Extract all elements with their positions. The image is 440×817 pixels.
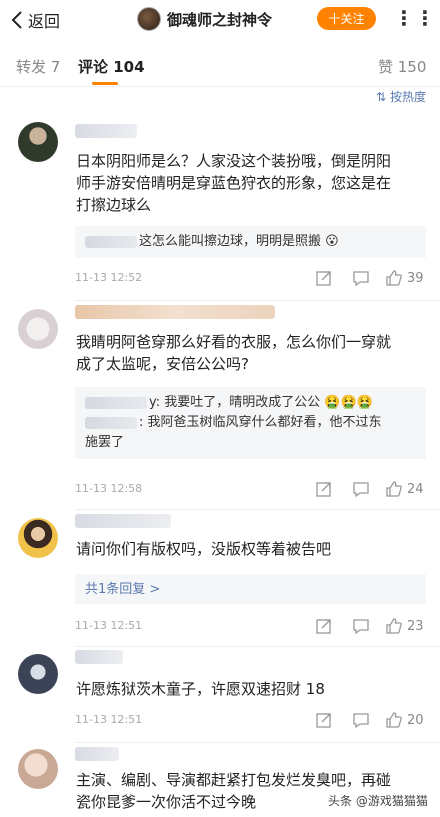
account-avatar[interactable]: [137, 7, 161, 31]
account-header[interactable]: 御魂师之封神令: [137, 4, 272, 34]
share-button[interactable]: [315, 616, 333, 636]
like-icon: [386, 481, 402, 497]
comment-icon: [353, 271, 369, 287]
comment-meta: 11-13 12:51 20: [75, 710, 426, 730]
tab-likes[interactable]: 赞 150: [378, 56, 426, 77]
reply-button[interactable]: [352, 710, 370, 730]
reply-box[interactable]: y: 我要吐了，晴明改成了公公 🤮🤮🤮 : 我阿爸玉树临风穿什么都好看，他不过东…: [75, 387, 426, 459]
back-button[interactable]: 返回: [10, 8, 60, 32]
timestamp: 11-13 12:51: [75, 713, 143, 726]
comment-meta: 11-13 12:52 39: [75, 268, 426, 288]
share-icon: [316, 482, 331, 497]
reply-username[interactable]: [85, 397, 147, 409]
user-avatar[interactable]: [18, 518, 58, 558]
reply-text: 这怎么能叫擦边球，明明是照搬 😮: [139, 234, 339, 249]
tab-bar: 转发 7 评论 104 赞 150: [0, 52, 440, 85]
like-button[interactable]: 23: [385, 616, 424, 636]
comment-text: 日本阴阳师是么？人家没这个装扮哦，倒是阴阳 师手游安倍晴明是穿蓝色狩衣的形象，您…: [76, 152, 392, 214]
back-chevron-icon: [11, 11, 22, 29]
back-label: 返回: [28, 12, 61, 31]
like-icon: [386, 618, 402, 634]
comment-meta: 11-13 12:58 24: [75, 479, 426, 499]
comment-text: 请问你们有版权吗，没版权等着被告吧: [76, 540, 332, 558]
like-button[interactable]: 20: [385, 710, 424, 730]
like-icon: [386, 712, 402, 728]
like-count: 23: [407, 618, 424, 634]
page-title: 御魂师之封神令: [167, 10, 273, 29]
top-bar: 返回 御魂师之封神令 十关注 ⋮⋮: [0, 0, 440, 44]
like-icon: [386, 270, 402, 286]
tab-comments[interactable]: 评论 104: [78, 56, 145, 77]
tab-repost[interactable]: 转发 7: [16, 56, 60, 77]
user-avatar[interactable]: [18, 309, 58, 349]
comment-icon: [353, 619, 369, 635]
username[interactable]: [75, 514, 171, 528]
username[interactable]: [75, 650, 123, 664]
divider: [75, 509, 440, 510]
divider: [75, 300, 440, 301]
reply-text: : 我阿爸玉树临风穿什么都好看，他不过东: [139, 415, 382, 430]
reply-button[interactable]: [352, 616, 370, 636]
comment-icon: [353, 482, 369, 498]
divider: [0, 86, 440, 87]
comment-meta: 11-13 12:51 23: [75, 616, 426, 636]
watermark: 头条 @游戏猫猫猫: [328, 794, 428, 808]
like-count: 24: [407, 481, 424, 497]
sort-by-hot-button[interactable]: ⇅ 按热度: [376, 88, 426, 105]
share-icon: [316, 271, 331, 286]
divider: [75, 646, 440, 647]
follow-button[interactable]: 十关注: [317, 7, 376, 30]
reply-text: y: 我要吐了，晴明改成了公公 🤮🤮🤮: [149, 395, 373, 410]
share-button[interactable]: [315, 479, 333, 499]
user-avatar[interactable]: [18, 122, 58, 162]
user-avatar[interactable]: [18, 654, 58, 694]
timestamp: 11-13 12:51: [75, 619, 143, 632]
share-icon: [316, 619, 331, 634]
timestamp: 11-13 12:58: [75, 482, 143, 495]
reply-username[interactable]: [85, 236, 137, 248]
view-replies-link[interactable]: 共1条回复 >: [85, 582, 160, 597]
reply-button[interactable]: [352, 479, 370, 499]
reply-username[interactable]: [85, 417, 137, 429]
like-count: 39: [407, 270, 424, 286]
username[interactable]: [75, 124, 137, 138]
username[interactable]: [75, 747, 119, 761]
user-avatar[interactable]: [18, 749, 58, 789]
like-button[interactable]: 39: [385, 268, 424, 288]
comment-icon: [353, 713, 369, 729]
share-icon: [316, 713, 331, 728]
username[interactable]: [75, 305, 275, 319]
more-options-icon[interactable]: ⋮⋮: [394, 8, 436, 28]
reply-text: 施罢了: [85, 435, 125, 450]
like-button[interactable]: 24: [385, 479, 424, 499]
reply-box[interactable]: 共1条回复 >: [75, 574, 426, 604]
comment-text: 我睛明阿爸穿那么好看的衣服，怎么你们一穿就 成了太监呢，安倍公公吗?: [76, 333, 392, 373]
like-count: 20: [407, 712, 424, 728]
share-button[interactable]: [315, 710, 333, 730]
share-button[interactable]: [315, 268, 333, 288]
timestamp: 11-13 12:52: [75, 271, 143, 284]
reply-box[interactable]: 这怎么能叫擦边球，明明是照搬 😮: [75, 226, 426, 258]
active-tab-indicator: [92, 82, 118, 85]
comment-text: 许愿炼狱茨木童子，许愿双速招财 18: [76, 680, 325, 698]
divider: [75, 742, 440, 743]
reply-button[interactable]: [352, 268, 370, 288]
